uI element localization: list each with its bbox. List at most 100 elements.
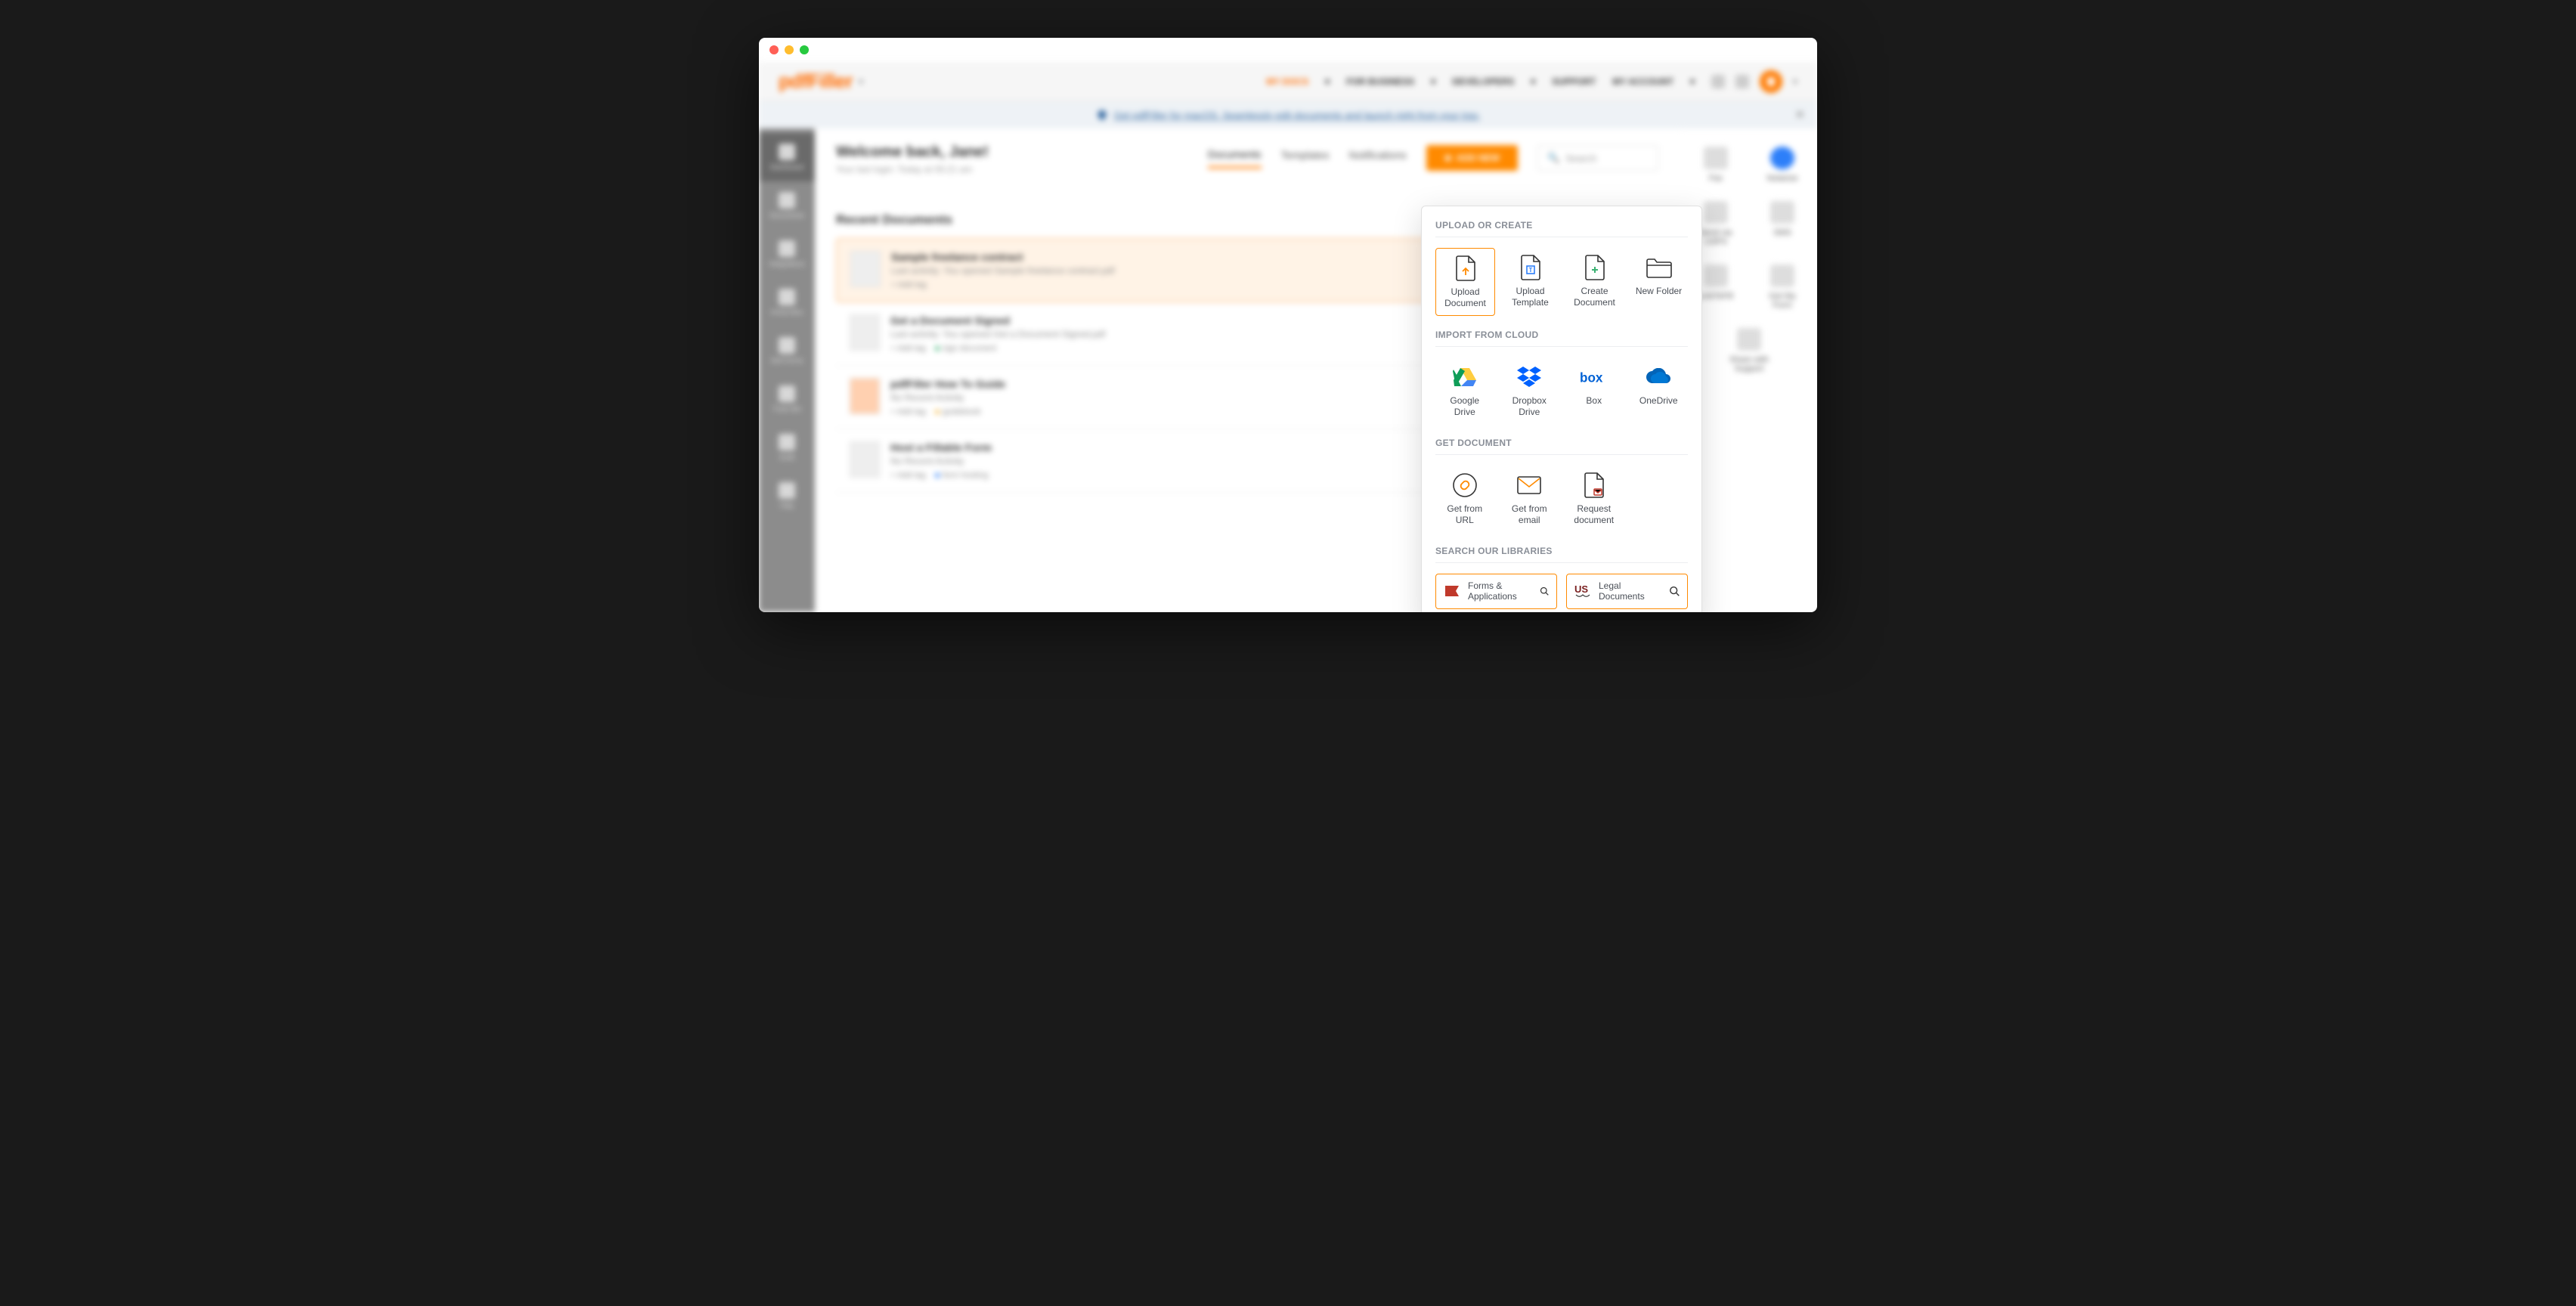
apps-grid-icon[interactable] — [1711, 75, 1725, 88]
tile-new-folder[interactable]: New Folder — [1630, 248, 1688, 316]
tile-label: Google Drive — [1438, 395, 1491, 418]
forms-apps-icon — [1444, 583, 1460, 599]
welcome-heading: Welcome back, Jane! — [836, 144, 1660, 161]
new-folder-icon — [1645, 255, 1673, 280]
nav-my-docs[interactable]: MY DOCS — [1266, 76, 1308, 87]
search-icon — [1669, 585, 1680, 597]
tile-label: Get from URL — [1438, 503, 1491, 526]
app-window: pdfFiller ▾ MY DOCS▾ FOR BUSINESS▾ DEVEL… — [759, 38, 1817, 612]
svg-text:T: T — [1528, 267, 1532, 274]
sidebar-item-dashboard[interactable]: Dashboard — [759, 133, 815, 181]
banner-text[interactable]: Get pdfFiller for macOS. Seamlessly edit… — [1114, 110, 1481, 121]
tile-onedrive[interactable]: OneDrive — [1630, 357, 1689, 424]
action-sms[interactable]: SMS — [1758, 201, 1807, 246]
tile-get-from-email[interactable]: Get from email — [1500, 466, 1559, 532]
tile-create-document[interactable]: Create Document — [1565, 248, 1624, 316]
add-new-button[interactable]: ⊕ ADD NEW — [1426, 145, 1518, 171]
action-notarize[interactable]: Notarize — [1758, 147, 1807, 183]
popover-section-get-document: GET DOCUMENT — [1435, 438, 1688, 448]
logo-dropdown-caret[interactable]: ▾ — [859, 76, 863, 87]
library-row: Forms & Applications US Legal Documents — [1435, 574, 1688, 609]
tile-label: OneDrive — [1639, 395, 1678, 407]
nav-developers[interactable]: DEVELOPERS — [1452, 76, 1514, 87]
popover-section-upload-create: UPLOAD OR CREATE — [1435, 220, 1688, 231]
document-title: Get a Document Signed — [890, 314, 1105, 326]
avatar-caret[interactable]: ▾ — [1793, 76, 1797, 87]
avatar[interactable] — [1760, 70, 1782, 93]
tile-box[interactable]: box Box — [1565, 357, 1624, 424]
document-subtitle: No Recent Activity — [890, 456, 992, 466]
document-subtitle: Last activity: You opened Get a Document… — [890, 329, 1105, 339]
svg-text:box: box — [1580, 371, 1603, 385]
add-tag-button[interactable]: + Add tag — [890, 344, 926, 353]
promo-banner: Get pdfFiller for macOS. Seamlessly edit… — [759, 101, 1817, 128]
tile-label: Upload Document — [1439, 286, 1491, 309]
popover-section-import-cloud: IMPORT FROM CLOUD — [1435, 330, 1688, 340]
action-share-support[interactable]: Share with Support — [1725, 328, 1773, 373]
tile-google-drive[interactable]: Google Drive — [1435, 357, 1494, 424]
window-close-dot[interactable] — [769, 45, 779, 54]
app-logo[interactable]: pdfFiller — [779, 70, 853, 93]
action-fax[interactable]: Fax — [1692, 147, 1740, 183]
sidebar-item-inbox[interactable]: In/Out Box — [759, 278, 815, 326]
bell-icon[interactable] — [1735, 75, 1749, 88]
tab-notifications[interactable]: Notifications — [1348, 149, 1406, 167]
sidebar-item-trash[interactable]: Trash Bin — [759, 375, 815, 423]
tile-dropbox[interactable]: Dropbox Drive — [1500, 357, 1559, 424]
sidebar-item-help[interactable]: Help — [759, 472, 815, 520]
top-bar: pdfFiller ▾ MY DOCS▾ FOR BUSINESS▾ DEVEL… — [759, 62, 1817, 101]
document-title: Sample freelance contract — [891, 251, 1115, 263]
divider — [1435, 562, 1688, 563]
library-forms-applications[interactable]: Forms & Applications — [1435, 574, 1557, 609]
library-label: Forms & Applications — [1468, 580, 1532, 602]
dropbox-icon — [1515, 365, 1543, 389]
upload-document-icon — [1451, 256, 1480, 280]
nav-support[interactable]: SUPPORT — [1552, 76, 1596, 87]
banner-close-icon[interactable]: ✕ — [1795, 107, 1805, 122]
left-sidebar: Dashboard Documents Integrations In/Out … — [759, 128, 815, 612]
sidebar-item-sell-forms[interactable]: Sell Forms — [759, 326, 815, 375]
sidebar-item-integrations[interactable]: Integrations — [759, 230, 815, 278]
tab-documents[interactable]: Documents — [1208, 148, 1262, 169]
google-drive-icon — [1451, 365, 1479, 389]
tile-label: Request document — [1568, 503, 1621, 526]
onedrive-icon — [1644, 365, 1673, 389]
search-icon — [1540, 585, 1549, 597]
tile-label: Dropbox Drive — [1503, 395, 1556, 418]
nav-my-account[interactable]: MY ACCOUNT — [1612, 76, 1673, 87]
tile-label: Get from email — [1503, 503, 1556, 526]
search-input[interactable]: 🔍 Search — [1537, 145, 1658, 171]
add-tag-button[interactable]: + Add tag — [891, 280, 927, 289]
popover-section-search-libraries: SEARCH OUR LIBRARIES — [1435, 546, 1688, 556]
nav-for-business[interactable]: FOR BUSINESS — [1346, 76, 1414, 87]
link-icon — [1451, 473, 1479, 497]
document-thumb — [850, 378, 880, 414]
top-bar-icons: ▾ — [1711, 70, 1797, 93]
tile-get-from-url[interactable]: Get from URL — [1435, 466, 1494, 532]
add-tag-button[interactable]: + Add tag — [890, 407, 926, 416]
add-new-popover: UPLOAD OR CREATE Upload Document T Uploa… — [1421, 206, 1702, 612]
sidebar-item-audit[interactable]: Audit — [759, 423, 815, 472]
upload-create-grid: Upload Document T Upload Template Create… — [1435, 248, 1688, 316]
tile-upload-template[interactable]: T Upload Template — [1501, 248, 1559, 316]
tab-templates[interactable]: Templates — [1281, 149, 1330, 167]
sidebar-item-documents[interactable]: Documents — [759, 181, 815, 230]
shield-icon — [1096, 109, 1108, 121]
top-nav: MY DOCS▾ FOR BUSINESS▾ DEVELOPERS▾ SUPPO… — [1266, 76, 1695, 87]
library-legal-documents[interactable]: US Legal Documents — [1566, 574, 1688, 609]
get-document-grid: Get from URL Get from email Request docu… — [1435, 466, 1688, 532]
tile-label: Create Document — [1568, 286, 1621, 308]
window-minimize-dot[interactable] — [785, 45, 794, 54]
legal-documents-icon: US — [1574, 583, 1591, 599]
add-tag-button[interactable]: + Add tag — [890, 471, 926, 480]
document-subtitle: No Recent Activity — [890, 392, 1005, 403]
window-maximize-dot[interactable] — [800, 45, 809, 54]
main-tabs: Documents Templates Notifications ⊕ ADD … — [1208, 145, 1658, 171]
document-title: pdfFiller How To Guide — [890, 378, 1005, 390]
tile-request-document[interactable]: Request document — [1565, 466, 1624, 532]
tile-upload-document[interactable]: Upload Document — [1435, 248, 1495, 316]
request-document-icon — [1580, 473, 1608, 497]
divider — [1435, 346, 1688, 347]
action-get-my-form[interactable]: Get My Form — [1758, 265, 1807, 310]
tag-label: form hosting — [943, 471, 989, 480]
